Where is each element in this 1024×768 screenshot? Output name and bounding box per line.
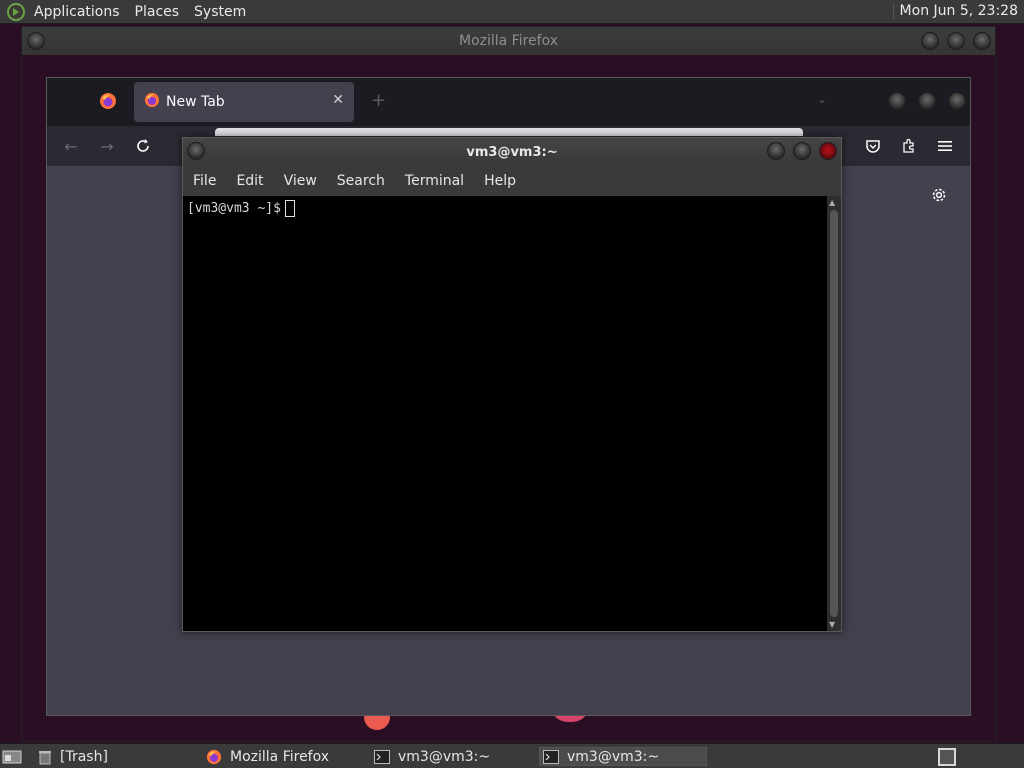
- trash-icon: [38, 749, 52, 765]
- close-button[interactable]: [819, 142, 837, 160]
- terminal-scrollbar[interactable]: ▲ ▼: [827, 196, 841, 631]
- taskbar-item-trash[interactable]: [Trash]: [38, 747, 108, 766]
- text-cursor: [284, 200, 295, 217]
- taskbar-item-label: vm3@vm3:~: [398, 748, 491, 765]
- places-menu[interactable]: Places: [135, 4, 189, 20]
- pocket-icon[interactable]: [863, 136, 883, 156]
- clock[interactable]: Mon Jun 5, 23:28: [892, 3, 1018, 19]
- close-button[interactable]: [973, 32, 991, 50]
- window-title: Mozilla Firefox: [458, 33, 559, 49]
- gear-icon[interactable]: [930, 186, 948, 208]
- taskbar-item-firefox[interactable]: Mozilla Firefox: [206, 747, 329, 766]
- maximize-button[interactable]: [793, 142, 811, 160]
- firefox-logo-icon: [206, 749, 222, 765]
- taskbar-item-label: vm3@vm3:~: [567, 748, 660, 765]
- terminal-icon: [543, 749, 559, 764]
- terminal-menu[interactable]: Terminal: [405, 173, 464, 189]
- system-menu[interactable]: System: [194, 4, 255, 20]
- workspace-switcher[interactable]: [938, 748, 956, 766]
- tab-label: New Tab: [166, 94, 225, 110]
- back-arrow-icon[interactable]: ←: [61, 136, 81, 156]
- window-menu-button[interactable]: [27, 32, 45, 50]
- firefox-logo-icon[interactable]: [99, 92, 117, 114]
- reload-icon[interactable]: [133, 136, 153, 156]
- tab-new-tab[interactable]: New Tab ✕: [134, 82, 354, 122]
- search-menu[interactable]: Search: [337, 173, 385, 189]
- bottom-taskbar: [Trash] Mozilla Firefox vm3@vm3:~ vm3@vm…: [0, 743, 1024, 768]
- tab-bar: New Tab ✕ + ⌄: [47, 78, 970, 126]
- url-bar[interactable]: [215, 128, 803, 136]
- terminal-output[interactable]: [vm3@vm3 ~]$: [183, 196, 827, 631]
- distro-logo-icon[interactable]: [6, 2, 26, 22]
- terminal-menubar: File Edit View Search Terminal Help: [183, 166, 841, 196]
- taskbar-item-terminal-active[interactable]: vm3@vm3:~: [539, 747, 707, 766]
- terminal-titlebar[interactable]: vm3@vm3:~: [183, 138, 841, 166]
- new-tab-button[interactable]: +: [371, 90, 386, 111]
- extensions-icon[interactable]: [899, 136, 919, 156]
- terminal-icon: [374, 749, 390, 764]
- scrollbar-thumb[interactable]: [830, 210, 838, 617]
- maximize-button[interactable]: [947, 32, 965, 50]
- firefox-favicon-icon: [144, 92, 160, 112]
- close-button[interactable]: [948, 92, 966, 110]
- window-menu-button[interactable]: [187, 142, 205, 160]
- file-menu[interactable]: File: [193, 173, 216, 189]
- view-menu[interactable]: View: [284, 173, 317, 189]
- scroll-down-icon[interactable]: ▼: [829, 620, 835, 629]
- taskbar-item-label: [Trash]: [60, 748, 108, 765]
- applications-menu[interactable]: Applications: [34, 4, 129, 20]
- taskbar-item-terminal[interactable]: vm3@vm3:~: [374, 747, 490, 766]
- show-desktop-icon[interactable]: [2, 747, 22, 766]
- top-panel: Applications Places System Mon Jun 5, 23…: [0, 0, 1024, 24]
- list-all-tabs-button[interactable]: ⌄: [817, 92, 827, 106]
- prompt-text: [vm3@vm3 ~]$: [187, 201, 281, 216]
- edit-menu[interactable]: Edit: [236, 173, 263, 189]
- scroll-up-icon[interactable]: ▲: [829, 198, 835, 207]
- shell-prompt: [vm3@vm3 ~]$: [187, 200, 295, 217]
- close-tab-icon[interactable]: ✕: [332, 92, 344, 108]
- maximize-button[interactable]: [918, 92, 936, 110]
- minimize-button[interactable]: [767, 142, 785, 160]
- forward-arrow-icon[interactable]: →: [97, 136, 117, 156]
- minimize-button[interactable]: [888, 92, 906, 110]
- hamburger-menu-icon[interactable]: [935, 136, 955, 156]
- terminal-window: vm3@vm3:~ File Edit View Search Terminal…: [182, 137, 842, 632]
- window-titlebar[interactable]: Mozilla Firefox: [22, 27, 995, 55]
- help-menu[interactable]: Help: [484, 173, 516, 189]
- taskbar-item-label: Mozilla Firefox: [230, 748, 330, 765]
- minimize-button[interactable]: [921, 32, 939, 50]
- terminal-title: vm3@vm3:~: [466, 144, 558, 160]
